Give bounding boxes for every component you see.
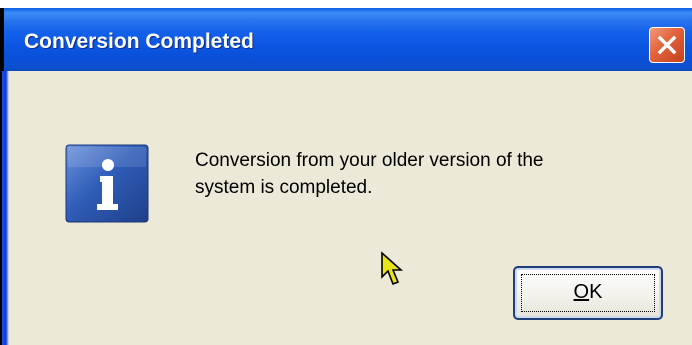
ok-button[interactable]: OK xyxy=(513,266,663,320)
ok-button-label: OK xyxy=(515,281,661,304)
info-icon xyxy=(65,144,149,223)
close-button[interactable] xyxy=(649,27,685,63)
message-line-2: system is completed. xyxy=(195,177,373,198)
ok-mnemonic: O xyxy=(573,281,590,303)
title-bar[interactable]: Conversion Completed xyxy=(0,8,692,71)
message-text: Conversion from your older version of th… xyxy=(195,147,635,201)
message-line-1: Conversion from your older version of th… xyxy=(195,150,544,171)
mouse-cursor-icon xyxy=(381,251,404,286)
conversion-dialog: Conversion Completed Conversion from you… xyxy=(0,0,692,345)
close-icon xyxy=(657,35,677,55)
ok-label-rest: K xyxy=(589,281,603,303)
window-title: Conversion Completed xyxy=(24,30,254,53)
